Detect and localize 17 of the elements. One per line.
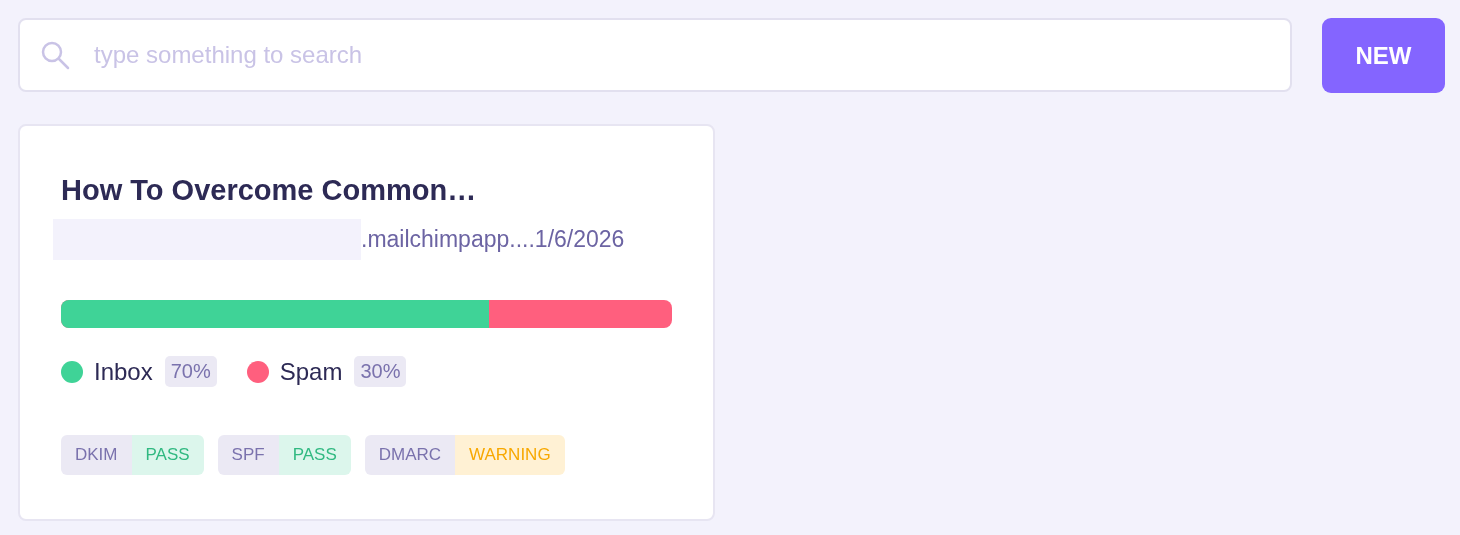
search-icon [40,40,70,70]
search-field[interactable]: type something to search [18,18,1292,92]
card-title: How To Overcome Common… [61,174,478,207]
check-name: SPF [217,435,279,475]
legend-label: Spam [279,357,343,386]
check-result: PASS [131,435,204,475]
check-result: WARNING [455,435,565,475]
check-result: PASS [278,435,351,475]
legend-label: Inbox [94,357,153,386]
check-name: DMARC [364,435,456,475]
new-button[interactable]: NEW [1322,18,1445,93]
sender-text: .mailchimpapp.... [361,226,535,253]
check-name: DKIM [61,435,132,475]
percent-badge: 70% [164,356,217,387]
date-text: 1/6/2026 [534,226,625,253]
percent-badge: 30% [354,356,407,387]
search-input[interactable]: type something to search [92,40,1290,70]
